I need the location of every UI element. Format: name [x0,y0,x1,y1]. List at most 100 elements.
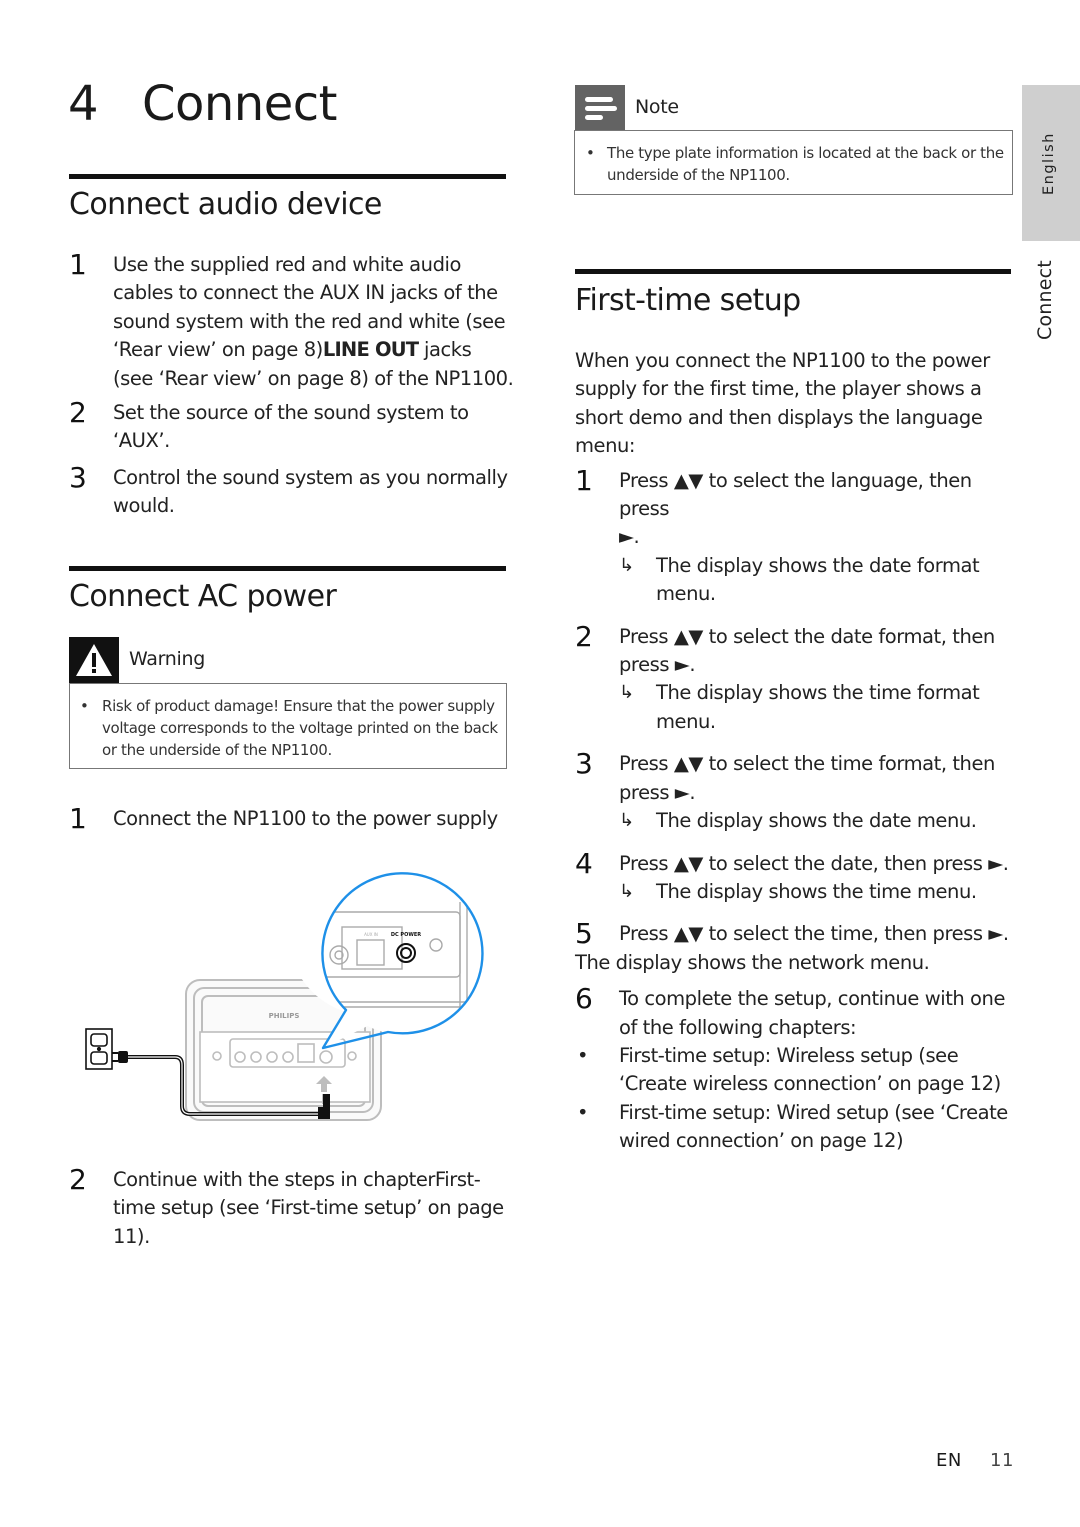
side-tab-connect-label: Connect [1034,260,1056,340]
step-text-line: cables to connect the AUX IN jacks of th… [113,281,498,305]
step-result: ↳ The display shows the date menu. [619,807,1020,835]
side-tab-connect[interactable]: Connect [1032,260,1072,352]
step-text-line: 11). [113,1224,150,1248]
aux-in-label: AUX IN [364,932,378,937]
step-item: 6 To complete the setup, continue with o… [575,982,1020,1042]
result-line: The display shows the time format [656,681,980,705]
step-item: 2 Continue with the steps in chapterFirs… [69,1164,514,1251]
first-time-setup-link[interactable]: time setup (see ‘First-time setup’ on pa… [113,1194,514,1222]
step-text-line: sound system with the red and white (see [113,309,506,333]
result-line: menu. [656,582,716,606]
chapter-link-wired[interactable]: • First-time setup: Wired setup (see ‘Cr… [575,1099,1020,1156]
step-item: 1 Press ▲▼ to select the language, then … [575,463,1020,609]
bullet: • [80,697,89,715]
step-item: 5 Press ▲▼ to select the time, then pres… [575,918,1020,950]
step-text-line: would. [113,494,175,518]
step-result: ↳ The display shows the time format menu… [619,679,1020,736]
step-text-line: ‘AUX’. [113,429,170,453]
step-number: 6 [575,982,593,1016]
step-text-line: To complete the setup, continue with one [619,987,1005,1011]
result-arrow-icon: ↳ [619,810,634,832]
note-box: • The type plate information is located … [574,130,1013,195]
network-menu-text: The display shows the network menu. [575,950,930,974]
section-rule [69,566,506,571]
result-arrow-icon: ↳ [619,682,634,704]
step-text-line: Use the supplied red and white audio [113,253,461,276]
step-text-line: ►. [619,525,640,549]
warning-box: • Risk of product damage! Ensure that th… [69,683,507,769]
bullet: • [577,1100,589,1124]
note-icon-box [575,85,625,130]
connect-audio-steps: 1 Use the supplied red and white audio c… [69,249,514,521]
warning-icon-box [69,637,119,683]
step-result: ↳ The display shows the date format menu… [619,552,1020,609]
note-line: underside of the NP1100. [607,166,790,184]
step-number: 3 [575,747,593,781]
intro-line: menu: [575,434,636,458]
result-arrow-icon: ↳ [619,554,634,576]
intro-paragraph: When you connect the NP1100 to the power… [575,347,1020,461]
chapter-title: 4 Connect [68,74,337,134]
step-text-line: of the following chapters: [619,1015,857,1039]
footer-language: EN [936,1450,962,1471]
intro-line: supply for the first time, the player sh… [575,377,982,401]
power-connection-diagram: PHILIPS DC POWER AUX IN [85,862,484,1121]
intro-line: When you connect the NP1100 to the power [575,349,990,372]
connect-ac-step2: 2 Continue with the steps in chapterFirs… [69,1164,514,1251]
step-text-line: Press ▲▼ to select the date format, then [619,624,995,648]
section-heading-first-time-setup: First-time setup [575,283,801,318]
bullet-line: wired connection’ on page 12) [619,1129,904,1153]
chapter-number: 4 [68,76,99,132]
step-number: 4 [575,846,593,880]
step-text-line: Continue with the steps in chapterFirst- [113,1168,481,1191]
step-text-line: press ►. [619,653,696,677]
step-number: 1 [69,802,87,835]
section-rule [69,174,506,179]
bullet: • [577,1043,589,1067]
side-tab-english-label: English [1041,132,1057,195]
warning-line: Risk of product damage! Ensure that the … [102,697,495,715]
page-number: 11 [990,1450,1014,1471]
dc-power-label: DC POWER [391,932,421,938]
bullet-line: First-time setup: Wireless setup (see [619,1043,959,1067]
step-item: 3 Control the sound system as you normal… [69,460,514,521]
connect-ac-step1: 1 Connect the NP1100 to the power supply [69,802,514,835]
side-tab-english[interactable]: English [1022,85,1080,241]
step-text-line: Press ▲▼ to select the language, then pr… [619,468,972,521]
note-line: The type plate information is located at… [607,144,1004,162]
chapter-link-wireless[interactable]: • First-time setup: Wireless setup (see … [575,1042,1020,1099]
warning-triangle-icon [76,644,112,676]
step-text: ‘Rear view’ on page 8) [113,338,323,362]
section-heading-connect-audio: Connect audio device [69,187,382,222]
step-result: ↳ The display shows the time menu. [619,878,1020,906]
warning-line: or the underside of the NP1100. [102,741,332,759]
step-text-line: press ►. [619,780,696,804]
note-text: • The type plate information is located … [586,142,1007,186]
note-lines-icon [585,96,617,120]
warning-text: • Risk of product damage! Ensure that th… [80,695,502,761]
result-arrow-icon: ↳ [619,880,634,902]
step-item: 3 Press ▲▼ to select the time format, th… [575,747,1020,835]
step-number: 3 [69,460,87,494]
step-item: 1 Use the supplied red and white audio c… [69,249,514,393]
warning-label: Warning [129,648,206,670]
brand-label: PHILIPS [269,1012,300,1020]
section-rule [575,269,1011,274]
section-heading-connect-ac: Connect AC power [69,579,337,614]
line-out-label: LINE OUT [322,338,419,362]
step-item: 4 Press ▲▼ to select the date, then pres… [575,846,1020,907]
result-line: The display shows the time menu. [656,879,977,903]
result-line: The display shows the date format [656,553,980,577]
step-number: 2 [69,396,87,430]
result-line: The display shows the date menu. [656,809,977,833]
rear-view-link[interactable]: (see ‘Rear view’ on page 8) of the NP110… [113,365,514,393]
step-item: 2 Set the source of the sound system to … [69,396,514,456]
note-label: Note [635,96,679,118]
bullet-line: ‘Create wireless connection’ on page 12) [619,1072,1001,1096]
step-number: 1 [575,463,593,497]
step-text: jacks [418,338,472,362]
step-text-line: ‘Rear view’ on page 8)LINE OUT jacks [113,336,514,364]
bullet: • [586,144,595,162]
warning-line: voltage corresponds to the voltage print… [102,719,498,737]
bullet-line: First-time setup: Wired setup (see ‘Crea… [619,1100,1008,1124]
